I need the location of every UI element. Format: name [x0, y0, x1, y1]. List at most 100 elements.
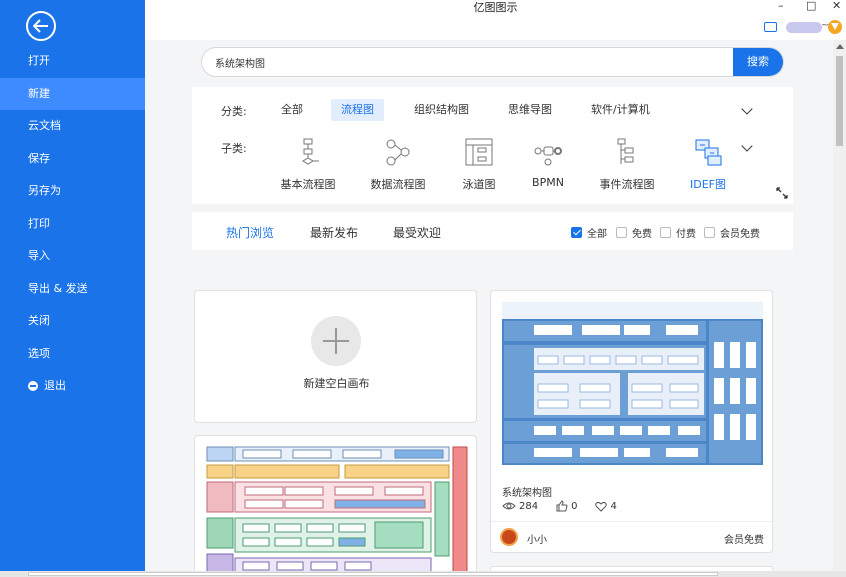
- sidebar-item-label: 导入: [28, 249, 50, 262]
- price-label: 会员免费: [724, 535, 764, 546]
- search-button[interactable]: 搜索: [733, 48, 783, 76]
- sidebar-item[interactable]: 退出: [0, 370, 145, 403]
- tab-all[interactable]: 全部: [271, 99, 313, 121]
- scroll-up-icon[interactable]: [836, 44, 844, 49]
- minimize-button[interactable]: –: [778, 0, 784, 12]
- subcat-idef[interactable]: IDEF图: [668, 137, 748, 192]
- search-input[interactable]: [202, 48, 735, 76]
- sidebar-item[interactable]: 云文档: [0, 110, 145, 143]
- sidebar-item[interactable]: 保存: [0, 143, 145, 176]
- checkbox-label: 会员免费: [720, 229, 760, 240]
- tab-popular[interactable]: 最受欢迎: [393, 224, 441, 241]
- likes-count: 0: [571, 500, 578, 512]
- tab-flowchart[interactable]: 流程图: [331, 99, 384, 121]
- message-icon[interactable]: [764, 22, 777, 32]
- views-stat: 284: [502, 501, 538, 512]
- template-card[interactable]: 系统架构图 284 0 4 小小 会员免费: [490, 290, 773, 553]
- sidebar-item[interactable]: 打开: [0, 45, 145, 78]
- filter-all-checkbox[interactable]: 全部: [571, 225, 607, 240]
- checkbox-icon[interactable]: [660, 227, 671, 238]
- filter-member-checkbox[interactable]: 会员免费: [704, 225, 760, 240]
- sidebar-item-label: 云文档: [28, 119, 61, 132]
- checkbox-icon[interactable]: [704, 227, 715, 238]
- subcat-bpmn[interactable]: BPMN: [508, 137, 588, 189]
- template-stats: 284 0 4: [502, 500, 617, 512]
- app-window: 打开新建云文档保存另存为打印导入导出 & 发送 关闭选项退出 亿图图示 – □ ✕…: [0, 0, 846, 577]
- event-flow-icon: [617, 138, 634, 164]
- checkbox-label: 全部: [587, 229, 607, 240]
- filter-bar: 热门浏览 最新发布 最受欢迎 全部 免费 付费 会员免费: [192, 212, 793, 250]
- thumbs-up-icon[interactable]: [556, 500, 568, 512]
- back-button[interactable]: [26, 11, 56, 41]
- vip-icon[interactable]: [828, 20, 842, 34]
- sidebar-item-label: 打开: [28, 54, 50, 67]
- subcat-label: 数据流程图: [370, 178, 426, 191]
- tab-org-chart[interactable]: 组织结构图: [404, 99, 479, 121]
- template-thumbnail[interactable]: [195, 436, 477, 571]
- close-button[interactable]: ✕: [832, 0, 841, 12]
- plus-icon[interactable]: [311, 316, 361, 366]
- subcat-swimlane[interactable]: 泳道图: [439, 137, 519, 192]
- heart-icon[interactable]: [595, 501, 608, 512]
- checkbox-icon[interactable]: [616, 227, 627, 238]
- sidebar-item[interactable]: 导出 & 发送: [0, 273, 145, 306]
- subcat-label: 事件流程图: [599, 178, 655, 191]
- new-canvas-label: 新建空白画布: [303, 377, 370, 390]
- idef-icon: [695, 139, 722, 166]
- data-flow-icon: [386, 139, 410, 166]
- subcat-event-flowchart[interactable]: 事件流程图: [587, 137, 667, 192]
- template-title[interactable]: 系统架构图: [502, 484, 552, 499]
- template-card[interactable]: [194, 435, 477, 571]
- tab-mind-map[interactable]: 思维导图: [498, 99, 562, 121]
- scroll-thumb[interactable]: [836, 56, 843, 146]
- maximize-button[interactable]: □: [806, 0, 816, 12]
- subcat-data-flowchart[interactable]: 数据流程图: [358, 137, 438, 192]
- sidebar-item-label: 另存为: [28, 184, 61, 197]
- sidebar-item[interactable]: 选项: [0, 338, 145, 371]
- sidebar-item-label: 关闭: [28, 314, 50, 327]
- filter-paid-checkbox[interactable]: 付费: [660, 225, 696, 240]
- title-bar: 亿图图示 – □ ✕ ~: [145, 0, 846, 40]
- category-panel: 分类: 全部 流程图 组织结构图 思维导图 软件/计算机 子类: 基本流程图 数…: [192, 87, 793, 204]
- tab-latest[interactable]: 最新发布: [310, 224, 358, 241]
- favorites-count: 4: [610, 500, 617, 512]
- checkbox-icon[interactable]: [571, 227, 582, 238]
- views-count: 284: [519, 500, 539, 512]
- vertical-scrollbar[interactable]: [833, 40, 846, 571]
- sidebar-item[interactable]: 新建: [0, 77, 145, 110]
- favorites-stat[interactable]: 4: [595, 500, 617, 512]
- author-avatar[interactable]: [500, 528, 518, 546]
- eye-icon: [502, 502, 516, 510]
- new-blank-canvas-card[interactable]: 新建空白画布: [194, 290, 477, 423]
- sidebar-item-label: 打印: [28, 216, 50, 230]
- sidebar-item[interactable]: 打印: [0, 208, 145, 241]
- arrow-left-icon: [33, 19, 48, 33]
- tab-software[interactable]: 软件/计算机: [581, 99, 660, 121]
- search-bar: 搜索: [201, 47, 784, 77]
- horizontal-scrollbar[interactable]: [0, 571, 846, 577]
- exit-icon: [28, 381, 38, 392]
- filter-free-checkbox[interactable]: 免费: [616, 225, 652, 240]
- likes-stat[interactable]: 0: [556, 500, 577, 512]
- sidebar-item-label: 退出: [44, 379, 66, 392]
- user-avatar[interactable]: [786, 22, 822, 33]
- scroll-thumb[interactable]: [28, 572, 718, 576]
- subcat-basic-flowchart[interactable]: 基本流程图: [268, 137, 348, 192]
- swimlane-icon: [465, 138, 493, 166]
- chevron-down-icon[interactable]: [741, 103, 753, 115]
- sidebar-item[interactable]: 导入: [0, 240, 145, 273]
- subcat-label: IDEF图: [690, 178, 726, 191]
- app-title: 亿图图示: [473, 1, 518, 14]
- template-thumbnail[interactable]: [502, 302, 763, 465]
- tab-hot[interactable]: 热门浏览: [226, 224, 274, 241]
- subcat-label: BPMN: [532, 176, 564, 189]
- subcategory-label: 子类:: [221, 142, 247, 155]
- expand-icon[interactable]: [776, 187, 788, 199]
- sidebar-item[interactable]: 关闭: [0, 305, 145, 338]
- author-name[interactable]: 小小: [527, 531, 547, 546]
- sidebar-item-label: 新建: [28, 86, 50, 100]
- sidebar: 打开新建云文档保存另存为打印导入导出 & 发送 关闭选项退出: [0, 0, 145, 571]
- category-label: 分类:: [221, 105, 247, 118]
- sidebar-item-label: 导出 & 发送: [28, 281, 88, 295]
- sidebar-item[interactable]: 另存为: [0, 175, 145, 208]
